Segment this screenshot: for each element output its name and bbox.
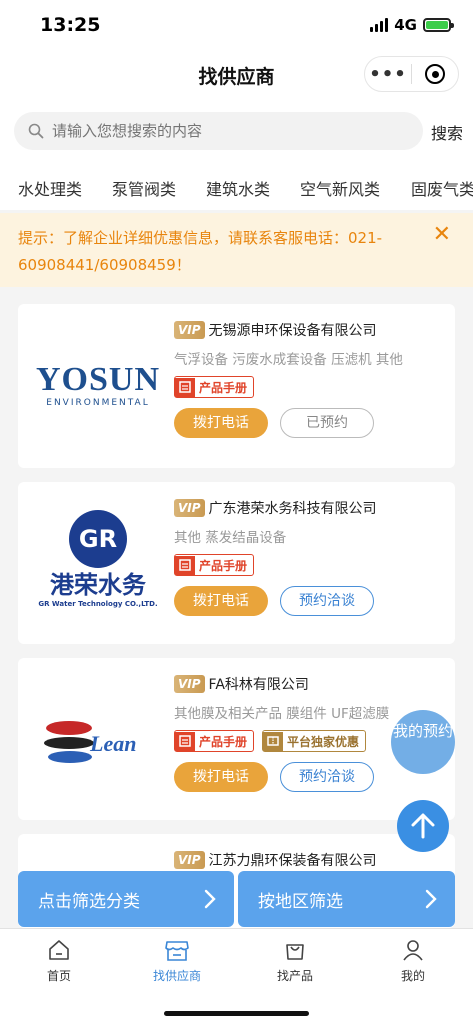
- tab-bar: 首页 找供应商 找产品 我的: [0, 928, 473, 1024]
- close-miniprogram-button[interactable]: [412, 64, 458, 84]
- tab-mine[interactable]: 我的: [373, 937, 453, 984]
- category-tab[interactable]: 水处理类: [18, 176, 82, 200]
- notice-banner: 提示：了解企业详细优惠信息，请联系客服电话：021-60908441/60908…: [0, 213, 473, 287]
- status-time: 13:25: [40, 14, 101, 36]
- company-logo: Lean: [32, 682, 164, 792]
- company-tags: 其他 蒸发结晶设备: [174, 530, 287, 546]
- signal-icon: [370, 18, 389, 32]
- category-filter-button[interactable]: 点击筛选分类: [18, 871, 234, 927]
- miniprogram-capsule: •••: [364, 56, 459, 92]
- category-tab[interactable]: 建筑水类: [206, 176, 270, 200]
- region-filter-button[interactable]: 按地区筛选: [238, 871, 455, 927]
- search-button[interactable]: 搜索: [431, 120, 463, 144]
- company-name: 无锡源申环保设备有限公司: [208, 323, 377, 339]
- network-label: 4G: [394, 16, 417, 34]
- supplier-card[interactable]: Lean VIP FA科林有限公司 其他膜及相关产品 膜组件 UF超滤膜 产品手…: [18, 658, 455, 820]
- book-icon: [175, 555, 195, 575]
- battery-icon: [423, 18, 454, 32]
- book-icon: [175, 377, 195, 397]
- exclusive-offer-badge[interactable]: 平台独家优惠: [262, 730, 367, 752]
- notice-text: 提示：了解企业详细优惠信息，请联系客服电话：021-60908441/60908…: [18, 229, 383, 274]
- product-manual-badge[interactable]: 产品手册: [174, 376, 255, 398]
- book-meeting-button[interactable]: 预约洽谈: [280, 586, 374, 616]
- category-tabs: 水处理类 泵管阀类 建筑水类 空气新风类 固废气类: [0, 164, 473, 210]
- company-name: FA科林有限公司: [208, 677, 309, 693]
- call-button[interactable]: 拨打电话: [174, 586, 268, 616]
- category-tab[interactable]: 空气新风类: [300, 176, 380, 200]
- company-logo: YOSUN ENVIRONMENTAL: [35, 361, 161, 409]
- bag-icon: [255, 937, 335, 963]
- category-tab[interactable]: 泵管阀类: [112, 176, 176, 200]
- book-meeting-button[interactable]: 预约洽谈: [280, 762, 374, 792]
- product-manual-badge[interactable]: 产品手册: [174, 554, 255, 576]
- search-input[interactable]: [52, 122, 392, 140]
- tab-find-product[interactable]: 找产品: [255, 937, 335, 984]
- product-manual-badge[interactable]: 产品手册: [174, 730, 255, 752]
- supplier-card[interactable]: GR 港荣水务 GR Water Technology CO.,LTD. VIP…: [18, 482, 455, 644]
- nav-bar: 找供应商 •••: [0, 52, 473, 98]
- company-logo: GR 港荣水务 GR Water Technology CO.,LTD.: [32, 504, 164, 614]
- home-indicator: [164, 1011, 309, 1016]
- company-name: 江苏力鼎环保装备有限公司: [208, 853, 377, 869]
- search-area: 搜索: [0, 98, 473, 164]
- company-name: 广东港荣水务科技有限公司: [208, 501, 377, 517]
- vip-badge: VIP: [174, 321, 205, 339]
- call-button[interactable]: 拨打电话: [174, 408, 268, 438]
- vip-badge: VIP: [174, 675, 205, 693]
- book-icon: [175, 731, 195, 751]
- status-indicators: 4G: [370, 16, 454, 34]
- back-to-top-button[interactable]: [397, 800, 449, 852]
- my-booking-button[interactable]: 我的预约: [391, 710, 455, 774]
- search-icon: [28, 123, 44, 139]
- user-icon: [373, 937, 453, 963]
- booked-button[interactable]: 已预约: [280, 408, 374, 438]
- status-bar: 13:25 4G: [0, 0, 473, 52]
- arrow-up-icon: [411, 813, 435, 839]
- home-icon: [19, 937, 99, 963]
- company-tags: 气浮设备 污废水成套设备 压滤机 其他: [174, 352, 403, 368]
- close-icon[interactable]: ✕: [433, 221, 451, 248]
- coupon-icon: [263, 731, 284, 751]
- chevron-right-icon: [204, 889, 216, 909]
- vip-badge: VIP: [174, 851, 205, 869]
- supplier-card[interactable]: YOSUN ENVIRONMENTAL VIP 无锡源申环保设备有限公司 气浮设…: [18, 304, 455, 468]
- more-icon[interactable]: •••: [365, 64, 411, 85]
- tab-find-supplier[interactable]: 找供应商: [137, 937, 217, 984]
- call-button[interactable]: 拨打电话: [174, 762, 268, 792]
- tab-home[interactable]: 首页: [19, 937, 99, 984]
- target-icon: [425, 64, 445, 84]
- chevron-right-icon: [425, 889, 437, 909]
- vip-badge: VIP: [174, 499, 205, 517]
- category-tab[interactable]: 固废气类: [411, 176, 473, 200]
- search-box[interactable]: [14, 112, 423, 150]
- shop-icon: [137, 937, 217, 963]
